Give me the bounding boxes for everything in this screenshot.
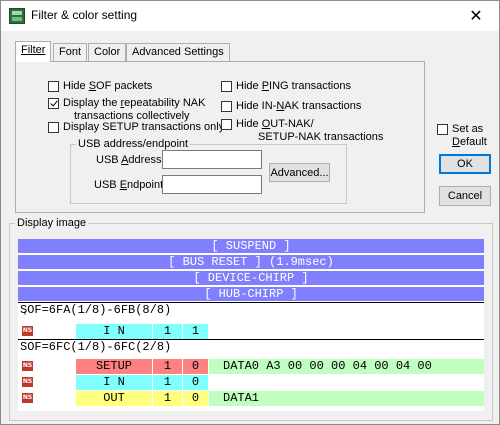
- token-cell: SETUP: [76, 359, 152, 374]
- token-cell: OUT: [76, 391, 152, 406]
- display-setup-check[interactable]: [48, 122, 59, 133]
- hide-ping-check[interactable]: [221, 81, 232, 92]
- hide-out-nak-check[interactable]: [221, 119, 232, 130]
- display-image-label: Display image: [15, 217, 89, 229]
- hide-ping-checkbox[interactable]: Hide PING transactions: [221, 80, 351, 93]
- tab-advanced-settings[interactable]: Advanced Settings: [126, 43, 230, 61]
- field1-cell: 1: [152, 324, 182, 339]
- tab-font-label: Font: [59, 46, 82, 58]
- device-chirp-bar: [ DEVICE-CHIRP ]: [18, 271, 484, 286]
- hide-ping-label: Hide PING transactions: [236, 80, 351, 92]
- usb-endpoint-label: USB Endpoint :: [94, 179, 170, 191]
- filter-tab-panel: Hide SOF packets Display the repeatabili…: [15, 61, 425, 213]
- app-icon: [9, 8, 25, 24]
- usb-address-input[interactable]: [162, 150, 262, 169]
- hide-out-nak-checkbox[interactable]: Hide OUT-NAK/SETUP-NAK transactions: [221, 118, 383, 144]
- hide-out-nak-label: Hide OUT-NAK/SETUP-NAK transactions: [236, 118, 384, 143]
- data-cell: DATA1: [209, 391, 484, 406]
- ns-icon: NS: [22, 326, 33, 336]
- tab-font[interactable]: Font: [53, 43, 88, 61]
- token-cell: I N: [76, 324, 152, 339]
- hide-sof-label: Hide SOF packets: [63, 80, 153, 92]
- hide-in-nak-label: Hide IN-NAK transactions: [236, 100, 362, 112]
- tab-filter-label: Filter: [21, 44, 46, 56]
- field2-cell: 0: [182, 391, 208, 406]
- ns-icon: NS: [22, 361, 33, 371]
- advanced-button[interactable]: Advanced...: [269, 163, 330, 182]
- sof1-label: SOF=6FA(1/8)-6FB(8/8): [20, 303, 172, 317]
- set-as-default-checkbox[interactable]: Set as Default: [437, 123, 487, 149]
- suspend-bar: [ SUSPEND ]: [18, 239, 484, 254]
- field2-cell: 0: [182, 359, 208, 374]
- close-button[interactable]: ✕: [453, 1, 499, 31]
- hide-sof-check[interactable]: [48, 81, 59, 92]
- ns-icon: NS: [22, 393, 33, 403]
- hide-in-nak-check[interactable]: [221, 101, 232, 112]
- sof1-tick: ': [22, 312, 29, 323]
- tab-color[interactable]: Color: [88, 43, 127, 61]
- display-repeat-check[interactable]: [48, 98, 59, 109]
- usb-address-label: USB Address :: [96, 154, 168, 166]
- tab-advanced-settings-label: Advanced Settings: [132, 46, 224, 58]
- bus-reset-bar: [ BUS RESET ] (1.9msec): [18, 255, 484, 270]
- ns-icon: NS: [22, 377, 33, 387]
- tab-filter[interactable]: Filter: [15, 41, 52, 62]
- tab-color-label: Color: [94, 46, 121, 58]
- dialog-window: Filter & color setting ✕ Filter Font Col…: [0, 0, 500, 425]
- field2-cell: 0: [182, 375, 208, 390]
- display-setup-label: Display SETUP transactions only: [63, 121, 225, 133]
- field1-cell: 1: [152, 375, 182, 390]
- set-as-default-label: Set as Default: [452, 123, 487, 148]
- display-image-area: [ SUSPEND ] [ BUS RESET ] (1.9msec) [ DE…: [18, 239, 484, 411]
- cancel-button[interactable]: Cancel: [439, 186, 491, 206]
- set-as-default-check[interactable]: [437, 124, 448, 135]
- field1-cell: 1: [152, 391, 182, 406]
- window-title: Filter & color setting: [31, 8, 138, 22]
- hide-sof-checkbox[interactable]: Hide SOF packets: [48, 80, 152, 93]
- close-icon: ✕: [469, 8, 483, 25]
- sof2-label: SOF=6FC(1/8)-6FC(2/8): [20, 340, 172, 354]
- title-bar: Filter & color setting ✕: [1, 1, 499, 31]
- ok-button[interactable]: OK: [439, 154, 491, 174]
- usb-group-label: USB address/endpoint: [76, 138, 191, 150]
- token-cell: I N: [76, 375, 152, 390]
- usb-endpoint-input[interactable]: [162, 175, 262, 194]
- hide-in-nak-checkbox[interactable]: Hide IN-NAK transactions: [221, 100, 361, 113]
- hub-chirp-bar: [ HUB-CHIRP ]: [18, 287, 484, 302]
- display-setup-checkbox[interactable]: Display SETUP transactions only: [48, 121, 224, 134]
- display-repeat-checkbox[interactable]: Display the repeatability NAK transaction…: [48, 97, 205, 123]
- display-repeat-label: Display the repeatability NAK transaction…: [63, 97, 206, 122]
- field1-cell: 1: [152, 359, 182, 374]
- data-cell: DATA0 A3 00 00 00 04 00 04 00: [209, 359, 484, 374]
- field2-cell: 1: [182, 324, 208, 339]
